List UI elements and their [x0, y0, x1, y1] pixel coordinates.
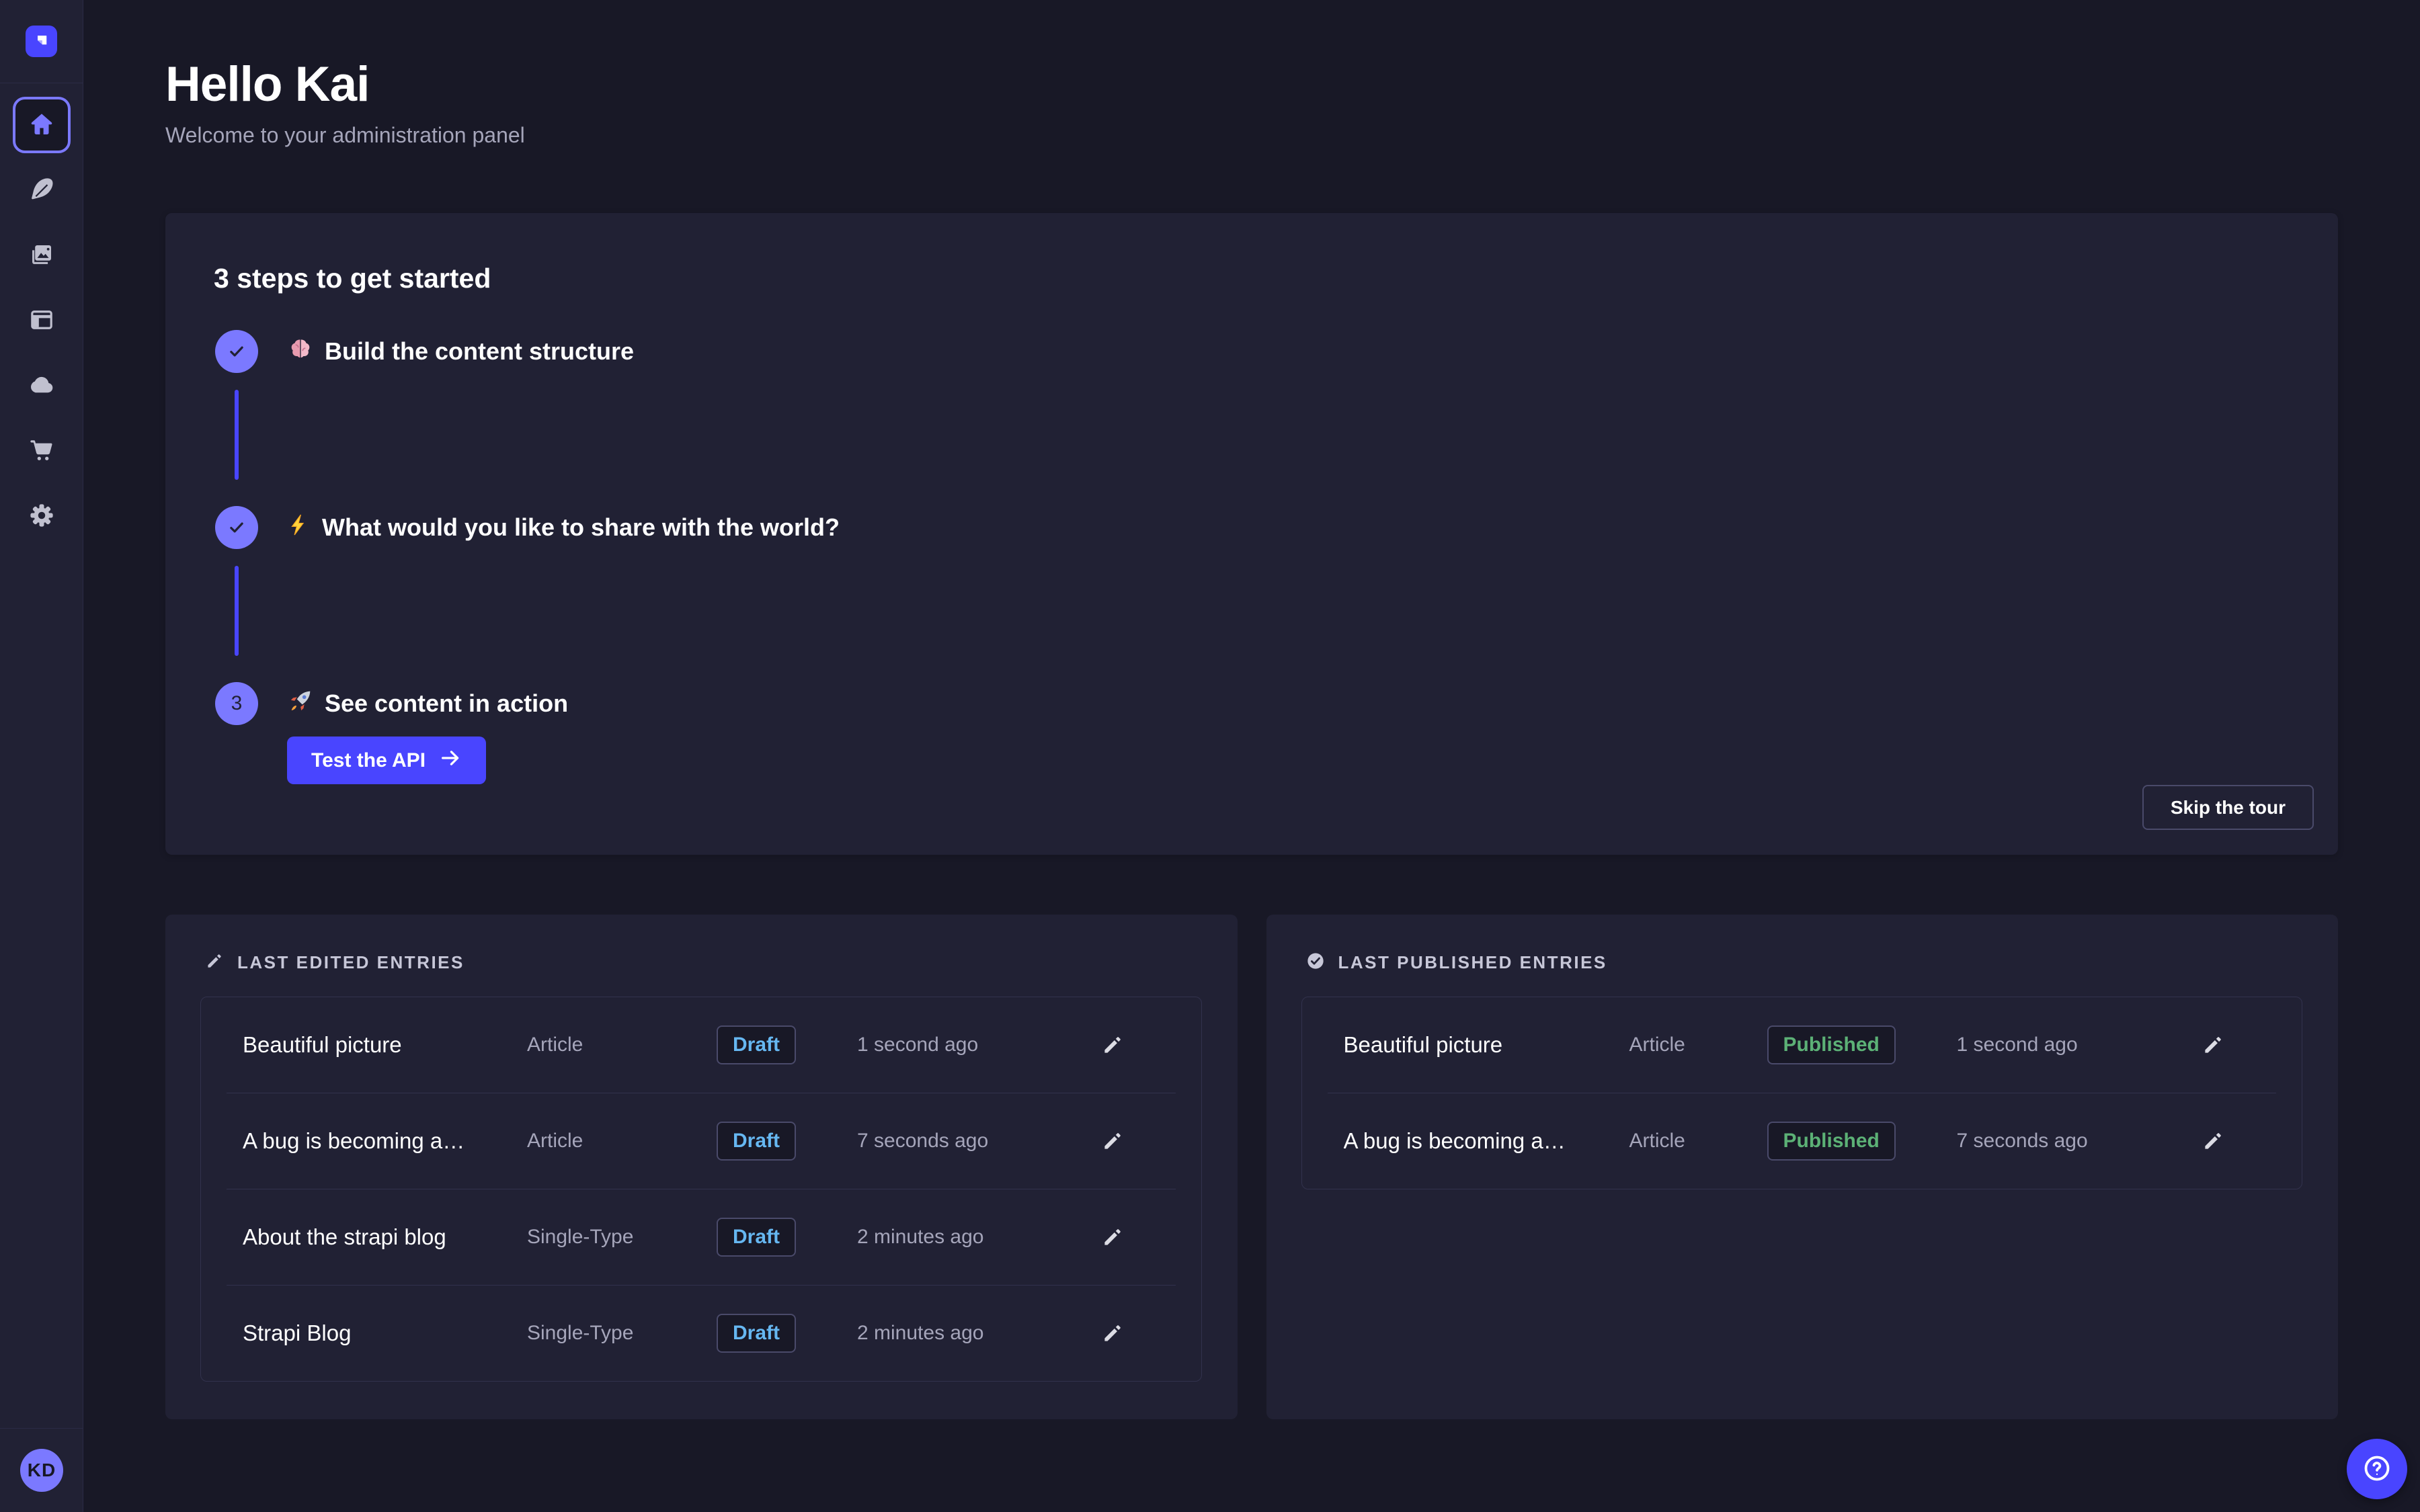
- avatar[interactable]: KD: [20, 1449, 63, 1492]
- table-row: A bug is becoming a… Article Published 7…: [1302, 1093, 2302, 1189]
- sidebar-item-cloud[interactable]: [13, 364, 71, 407]
- entry-title: Beautiful picture: [1344, 1032, 1629, 1058]
- last-published-header: LAST PUBLISHED ENTRIES: [1306, 948, 1607, 976]
- entry-title: Beautiful picture: [243, 1032, 527, 1058]
- arrow-right-icon: [439, 747, 462, 775]
- status-badge: Draft: [717, 1025, 796, 1064]
- edit-entry-button[interactable]: [1101, 1322, 1124, 1345]
- test-the-api-label: Test the API: [311, 749, 426, 772]
- entry-time: 7 seconds ago: [1957, 1130, 2202, 1152]
- status-badge: Published: [1767, 1025, 1896, 1064]
- status-badge: Draft: [717, 1314, 796, 1353]
- step-3-label-row: See content in action: [287, 685, 568, 722]
- edit-entry-button[interactable]: [2202, 1130, 2224, 1152]
- step-1-label-row: Build the content structure: [287, 333, 634, 370]
- edit-entry-button[interactable]: [2202, 1034, 2224, 1056]
- step-connector: [235, 566, 239, 656]
- sidebar-item-marketplace[interactable]: [13, 429, 71, 472]
- edit-entry-button[interactable]: [1101, 1226, 1124, 1249]
- step-3-number-circle: 3: [215, 682, 258, 725]
- step-label: What would you like to share with the wo…: [322, 513, 840, 542]
- check-circle-icon: [1306, 952, 1325, 974]
- images-icon: [28, 241, 56, 271]
- step-number: 3: [231, 692, 243, 715]
- step-2-label-row: What would you like to share with the wo…: [287, 509, 840, 546]
- last-edited-panel: LAST EDITED ENTRIES Beautiful picture Ar…: [165, 915, 1238, 1419]
- main-content: Hello Kai Welcome to your administration…: [83, 0, 2420, 1512]
- onboarding-card: 3 steps to get started Build the content…: [165, 213, 2338, 855]
- status-badge: Draft: [717, 1122, 796, 1161]
- step-1-check-circle: [215, 330, 258, 373]
- entry-type: Article: [1629, 1130, 1767, 1152]
- step-2-check-circle: [215, 506, 258, 549]
- last-edited-caption: LAST EDITED ENTRIES: [237, 952, 465, 973]
- last-edited-header: LAST EDITED ENTRIES: [205, 948, 465, 976]
- entry-type: Article: [1629, 1034, 1767, 1056]
- entries-panels: LAST EDITED ENTRIES Beautiful picture Ar…: [165, 915, 2338, 1419]
- entry-title: Strapi Blog: [243, 1320, 527, 1346]
- entry-title: A bug is becoming a…: [243, 1128, 527, 1154]
- feather-icon: [28, 175, 56, 206]
- test-the-api-button[interactable]: Test the API: [287, 737, 486, 784]
- last-published-table: Beautiful picture Article Published 1 se…: [1301, 997, 2303, 1189]
- step-connector: [235, 390, 239, 480]
- home-icon: [28, 110, 56, 140]
- entry-type: Single-Type: [527, 1226, 717, 1249]
- entry-type: Single-Type: [527, 1322, 717, 1345]
- help-button[interactable]: [2347, 1439, 2407, 1499]
- entry-type: Article: [527, 1130, 717, 1152]
- lightning-emoji-icon: [287, 513, 311, 543]
- layout-icon: [28, 306, 56, 336]
- sidebar-item-media-library[interactable]: [13, 234, 71, 277]
- entry-time: 2 minutes ago: [857, 1322, 1101, 1345]
- sidebar-item-content-manager[interactable]: [13, 169, 71, 212]
- last-published-caption: LAST PUBLISHED ENTRIES: [1338, 952, 1607, 973]
- last-published-panel: LAST PUBLISHED ENTRIES Beautiful picture…: [1266, 915, 2339, 1419]
- gear-icon: [28, 501, 56, 532]
- question-circle-icon: [2362, 1453, 2392, 1486]
- sidebar-bottom-divider: [0, 1428, 83, 1429]
- table-row: Beautiful picture Article Draft 1 second…: [201, 997, 1201, 1093]
- rocket-emoji-icon: [287, 687, 314, 720]
- strapi-logo[interactable]: [26, 26, 57, 57]
- sidebar-item-content-type-builder[interactable]: [13, 299, 71, 342]
- status-badge: Published: [1767, 1122, 1896, 1161]
- onboarding-title: 3 steps to get started: [214, 263, 491, 294]
- sidebar-item-home[interactable]: [13, 97, 71, 153]
- entry-title: About the strapi blog: [243, 1224, 527, 1250]
- entry-title: A bug is becoming a…: [1344, 1128, 1629, 1154]
- strapi-logo-icon: [32, 30, 52, 52]
- edit-entry-button[interactable]: [1101, 1130, 1124, 1152]
- entry-type: Article: [527, 1034, 717, 1056]
- cart-icon: [28, 436, 56, 466]
- entry-time: 1 second ago: [1957, 1034, 2202, 1056]
- sidebar: KD: [0, 0, 83, 1512]
- entry-time: 7 seconds ago: [857, 1130, 1101, 1152]
- page-title: Hello Kai: [165, 56, 2338, 112]
- step-label: See content in action: [325, 689, 568, 718]
- entry-time: 1 second ago: [857, 1034, 1101, 1056]
- status-badge: Draft: [717, 1218, 796, 1257]
- pencil-icon: [205, 952, 224, 974]
- skip-the-tour-button[interactable]: Skip the tour: [2142, 785, 2314, 830]
- sidebar-item-settings[interactable]: [13, 495, 71, 538]
- table-row: A bug is becoming a… Article Draft 7 sec…: [201, 1093, 1201, 1189]
- cloud-icon: [28, 371, 56, 401]
- page-subtitle: Welcome to your administration panel: [165, 123, 2338, 148]
- table-row: Beautiful picture Article Published 1 se…: [1302, 997, 2302, 1093]
- table-row: Strapi Blog Single-Type Draft 2 minutes …: [201, 1286, 1201, 1381]
- table-row: About the strapi blog Single-Type Draft …: [201, 1189, 1201, 1285]
- entry-time: 2 minutes ago: [857, 1226, 1101, 1249]
- brain-emoji-icon: [287, 335, 314, 368]
- last-edited-table: Beautiful picture Article Draft 1 second…: [200, 997, 1202, 1382]
- step-label: Build the content structure: [325, 337, 634, 366]
- sidebar-nav: [13, 83, 71, 538]
- edit-entry-button[interactable]: [1101, 1034, 1124, 1056]
